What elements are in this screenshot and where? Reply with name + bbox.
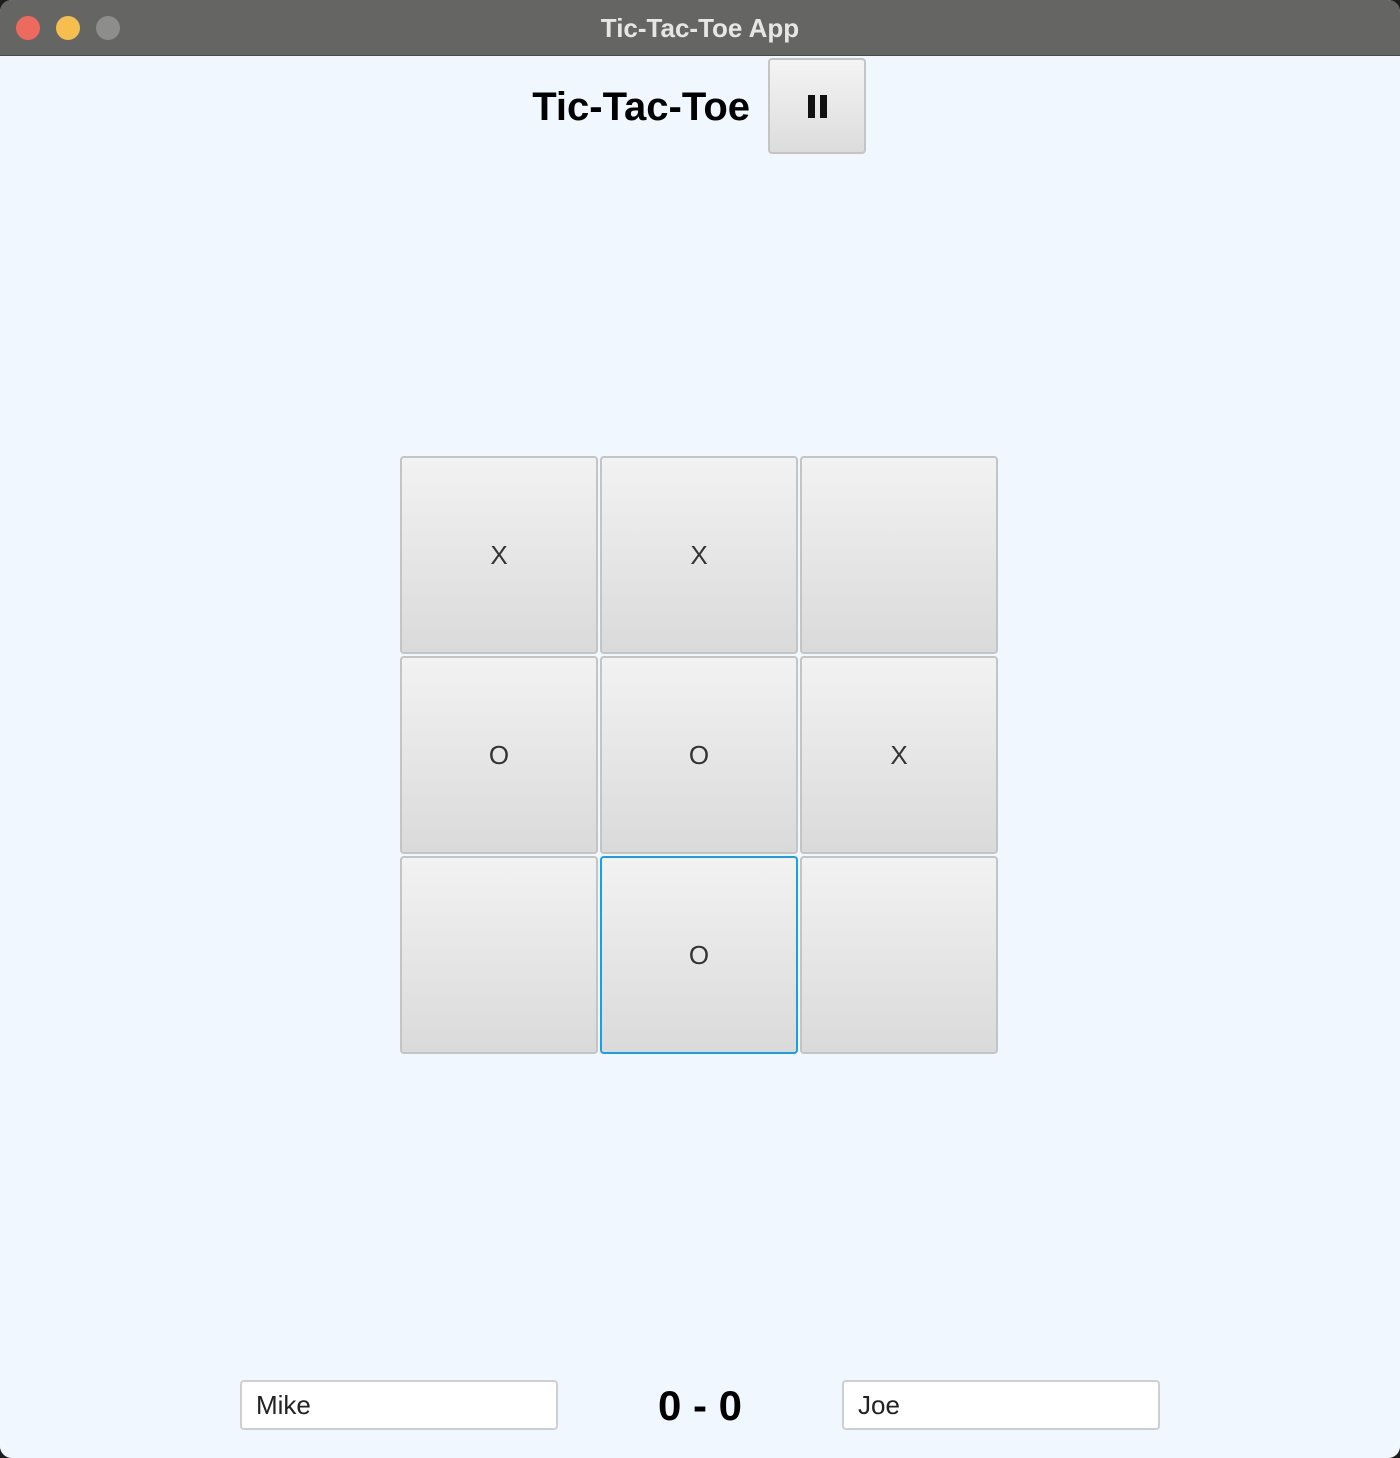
main-content: Tic-Tac-Toe X X O O X O 0 - 0: [0, 56, 1400, 1458]
player2-name-input[interactable]: [842, 1380, 1160, 1430]
title-bar[interactable]: Tic-Tac-Toe App: [0, 0, 1400, 56]
pause-button[interactable]: [768, 58, 866, 154]
board-cell-7[interactable]: O: [600, 856, 798, 1054]
board-cell-4[interactable]: O: [600, 656, 798, 854]
game-board: X X O O X O: [400, 456, 1000, 1056]
board-cell-5[interactable]: X: [800, 656, 998, 854]
window-title: Tic-Tac-Toe App: [600, 13, 800, 43]
app-window: Tic-Tac-Toe App Tic-Tac-Toe X X O O X O …: [0, 0, 1400, 1458]
page-title: Tic-Tac-Toe: [532, 85, 750, 129]
board-cell-1[interactable]: X: [600, 456, 798, 654]
board-cell-8[interactable]: [800, 856, 998, 1054]
player1-name-input[interactable]: [240, 1380, 558, 1430]
board-cell-2[interactable]: [800, 456, 998, 654]
pause-icon: [807, 94, 827, 118]
score-display: 0 - 0: [657, 1382, 743, 1429]
board-cell-0[interactable]: X: [400, 456, 598, 654]
board-cell-3[interactable]: O: [400, 656, 598, 854]
board-cell-6[interactable]: [400, 856, 598, 1054]
